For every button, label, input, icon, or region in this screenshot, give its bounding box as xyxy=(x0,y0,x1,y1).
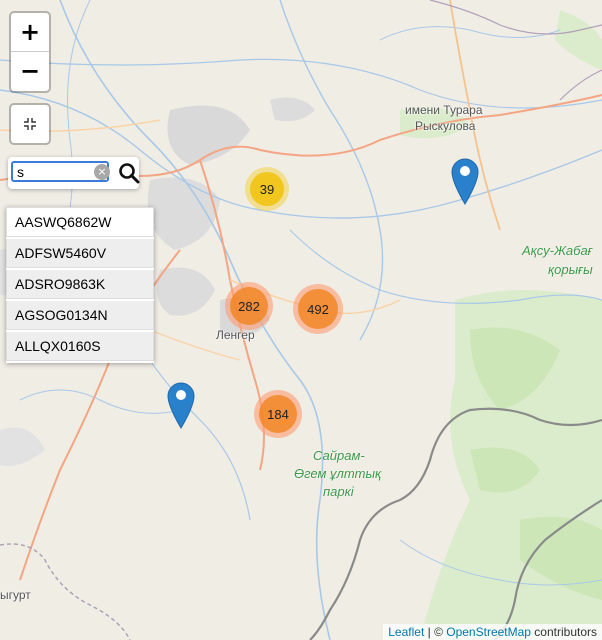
attribution: Leaflet | © OpenStreetMap contributors xyxy=(383,624,602,640)
leaflet-link[interactable]: Leaflet xyxy=(388,625,424,639)
search-result-item[interactable]: AGSOG0134N xyxy=(6,301,154,330)
cluster-marker[interactable]: 184 xyxy=(254,390,302,438)
cluster-count: 492 xyxy=(298,289,338,329)
cluster-marker[interactable]: 282 xyxy=(225,282,273,330)
park-label-sairam-1: Сайрам- xyxy=(313,448,365,463)
fullscreen-icon xyxy=(24,118,36,130)
attribution-contributors: contributors xyxy=(530,625,597,639)
search-control: × xyxy=(8,157,140,189)
search-result-item[interactable]: AASWQ6862W xyxy=(6,207,154,237)
town-label-turara: имени Турара xyxy=(405,103,483,117)
clear-search-button[interactable]: × xyxy=(94,164,110,180)
search-result-item[interactable]: ADSRO9863K xyxy=(6,270,154,299)
map-pin-icon[interactable] xyxy=(450,156,480,206)
search-result-item[interactable]: ALLQX0160S xyxy=(6,332,154,361)
search-result-item[interactable]: ADFSW5460V xyxy=(6,239,154,268)
town-label-bottom-left: ыгурт xyxy=(0,588,31,602)
cluster-marker[interactable]: 492 xyxy=(293,284,343,334)
zoom-out-button[interactable]: − xyxy=(11,52,49,90)
park-label-aksu-1: Ақсу-Жабағ xyxy=(522,243,593,258)
cluster-marker[interactable]: 39 xyxy=(245,167,289,211)
fullscreen-button[interactable] xyxy=(9,103,51,145)
town-label-lenger: Ленгер xyxy=(216,328,255,342)
search-icon[interactable] xyxy=(118,162,140,184)
zoom-control: + − xyxy=(9,11,51,93)
town-label-ryskulova: Рыскулова xyxy=(415,119,476,133)
attribution-separator: | © xyxy=(424,625,447,639)
cluster-count: 39 xyxy=(250,172,284,206)
osm-link[interactable]: OpenStreetMap xyxy=(446,625,531,639)
park-label-aksu-2: қорығы xyxy=(548,262,593,277)
park-label-sairam-2: Өгем ұлттық xyxy=(294,466,382,481)
cluster-count: 184 xyxy=(259,395,297,433)
search-results-list: AASWQ6862W ADFSW5460V ADSRO9863K AGSOG01… xyxy=(6,207,154,363)
zoom-in-button[interactable]: + xyxy=(11,13,49,52)
map-pin-icon[interactable] xyxy=(166,380,196,430)
cluster-count: 282 xyxy=(230,287,268,325)
park-label-sairam-3: паркі xyxy=(323,484,354,499)
